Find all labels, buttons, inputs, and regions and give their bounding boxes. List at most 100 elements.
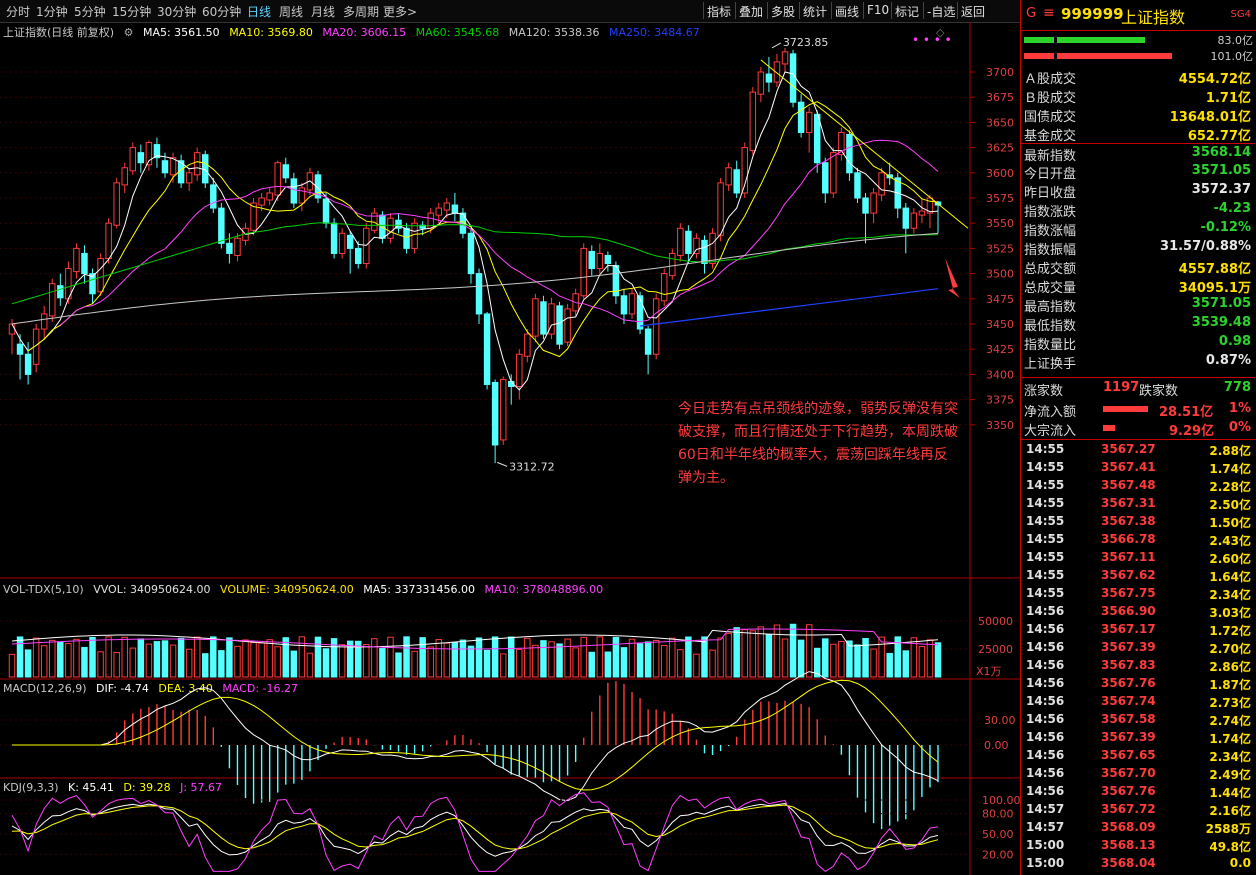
more-dots-icon: • • • • (912, 33, 952, 47)
candle-body (620, 295, 628, 315)
quote-row: 指数涨幅 -0.12% (1021, 219, 1255, 239)
volume-bar (81, 646, 88, 678)
candle-body (491, 381, 499, 446)
candle-body (161, 160, 169, 174)
candle-body (73, 247, 80, 273)
quote-row-value: 1.71亿 (1205, 91, 1251, 106)
volume-bar (427, 646, 434, 678)
tick-price: 3566.90 (1101, 604, 1156, 618)
menu-icon[interactable]: ≡ (1043, 5, 1055, 21)
tick-row: 14:56 3567.58 2.74亿 (1021, 711, 1255, 729)
volume-bar (507, 636, 515, 678)
volume-bar (926, 639, 934, 678)
tick-row: 14:55 3567.11 2.60亿 (1021, 549, 1255, 567)
volume-bar (32, 637, 40, 678)
tick-time: 14:57 (1026, 820, 1065, 834)
quote-row-label: Ａ股成交 (1024, 72, 1077, 87)
candle-body (902, 207, 910, 229)
tick-time: 14:56 (1026, 640, 1065, 654)
quote-row-value: 3572.37 (1191, 182, 1251, 197)
quote-row: Ａ股成交 4554.72亿 (1021, 67, 1255, 87)
quote-row: 最高指数 3571.05 (1021, 295, 1255, 315)
tick-price: 3567.74 (1101, 694, 1156, 708)
tick-row: 14:56 3567.76 1.44亿 (1021, 783, 1255, 801)
volume-bar (797, 639, 805, 678)
quote-row-value: 13648.01亿 (1169, 110, 1251, 125)
volume-bar (57, 641, 64, 678)
quote-title: G ≡ 999999 上证指数 SG4 (1021, 0, 1256, 31)
volume-bar (379, 648, 386, 678)
candle-body (185, 172, 193, 184)
price-axis-label: 3475 (986, 293, 1014, 306)
block-inflow-row: 大宗流入 9.29亿 0% (1021, 419, 1255, 439)
volume-bar (870, 648, 877, 678)
up-value: 1197 (1103, 380, 1140, 395)
volume-bar (822, 638, 829, 678)
candle-body (8, 323, 16, 335)
quote-row-label: 最高指数 (1024, 300, 1077, 315)
volume-bar (918, 646, 926, 678)
candle-body (443, 202, 451, 211)
tick-time: 14:57 (1026, 802, 1065, 816)
tick-row: 14:57 3568.09 2588万 (1021, 819, 1255, 837)
tick-row: 14:56 3566.90 3.03亿 (1021, 603, 1255, 621)
candle-body (749, 91, 757, 152)
tick-time: 14:55 (1026, 586, 1065, 600)
candle-body (24, 353, 32, 375)
sell-bar-short (1024, 53, 1054, 59)
tick-price: 3567.38 (1101, 514, 1156, 528)
volume-bar (202, 653, 209, 678)
ma250-line (640, 288, 939, 327)
dea-line (12, 679, 939, 791)
tick-amount: 2.16亿 (1209, 804, 1251, 818)
candle-body (290, 178, 298, 204)
volume-bar (483, 649, 491, 678)
volume-bar (604, 651, 612, 678)
volume-bar (169, 644, 177, 678)
volume-bar (693, 653, 700, 678)
net-pct: 1% (1228, 401, 1251, 416)
volume-bar (467, 645, 475, 678)
tick-price: 3568.13 (1101, 838, 1156, 852)
price-axis-label: 3350 (986, 419, 1014, 432)
buy-bar-long (1057, 37, 1145, 43)
quote-row: Ｂ股成交 1.71亿 (1021, 86, 1255, 106)
candle-body (725, 167, 732, 186)
tick-amount: 2.60亿 (1209, 552, 1251, 566)
net-value: 28.51亿 (1159, 405, 1214, 420)
up-label: 涨家数 (1024, 384, 1064, 399)
volume-bar (129, 647, 137, 678)
quote-row-value: 3568.14 (1191, 145, 1251, 160)
tick-price: 3567.17 (1101, 622, 1156, 636)
quote-row-label: 昨日收盘 (1024, 186, 1077, 201)
candle-body (137, 152, 145, 164)
candle-body (878, 172, 885, 196)
tick-row: 14:56 3567.83 2.86亿 (1021, 657, 1255, 675)
volume-bar (749, 630, 757, 678)
volume-bar (105, 636, 112, 678)
g-badge: G (1026, 6, 1037, 21)
tick-amount: 2.34亿 (1209, 588, 1251, 602)
breadth-row: 涨家数 1197 跌家数 778 (1021, 377, 1255, 399)
bar1-value: 83.0亿 (1217, 34, 1254, 47)
tick-amount: 1.50亿 (1209, 516, 1251, 530)
candle-body (644, 328, 652, 355)
candle-body (403, 227, 410, 249)
dif-line (12, 671, 939, 802)
down-value: 778 (1223, 380, 1251, 395)
volume-bar (757, 626, 765, 678)
tick-amount: 1.74亿 (1209, 462, 1251, 476)
tick-time: 15:00 (1026, 838, 1065, 852)
volume-bar (24, 649, 32, 678)
volume-bar (572, 647, 579, 678)
macd-axis-label: 30.00 (984, 714, 1016, 727)
candle-body (636, 295, 644, 330)
volume-bar (733, 627, 740, 678)
volume-bar (226, 637, 233, 678)
volume-bar (862, 638, 869, 678)
volume-axis-label: 50000 (978, 615, 1013, 628)
volume-bar (491, 636, 499, 678)
volume-bar (306, 652, 314, 678)
candle-body (274, 162, 281, 196)
high-price-label: 3723.85 (783, 36, 829, 49)
